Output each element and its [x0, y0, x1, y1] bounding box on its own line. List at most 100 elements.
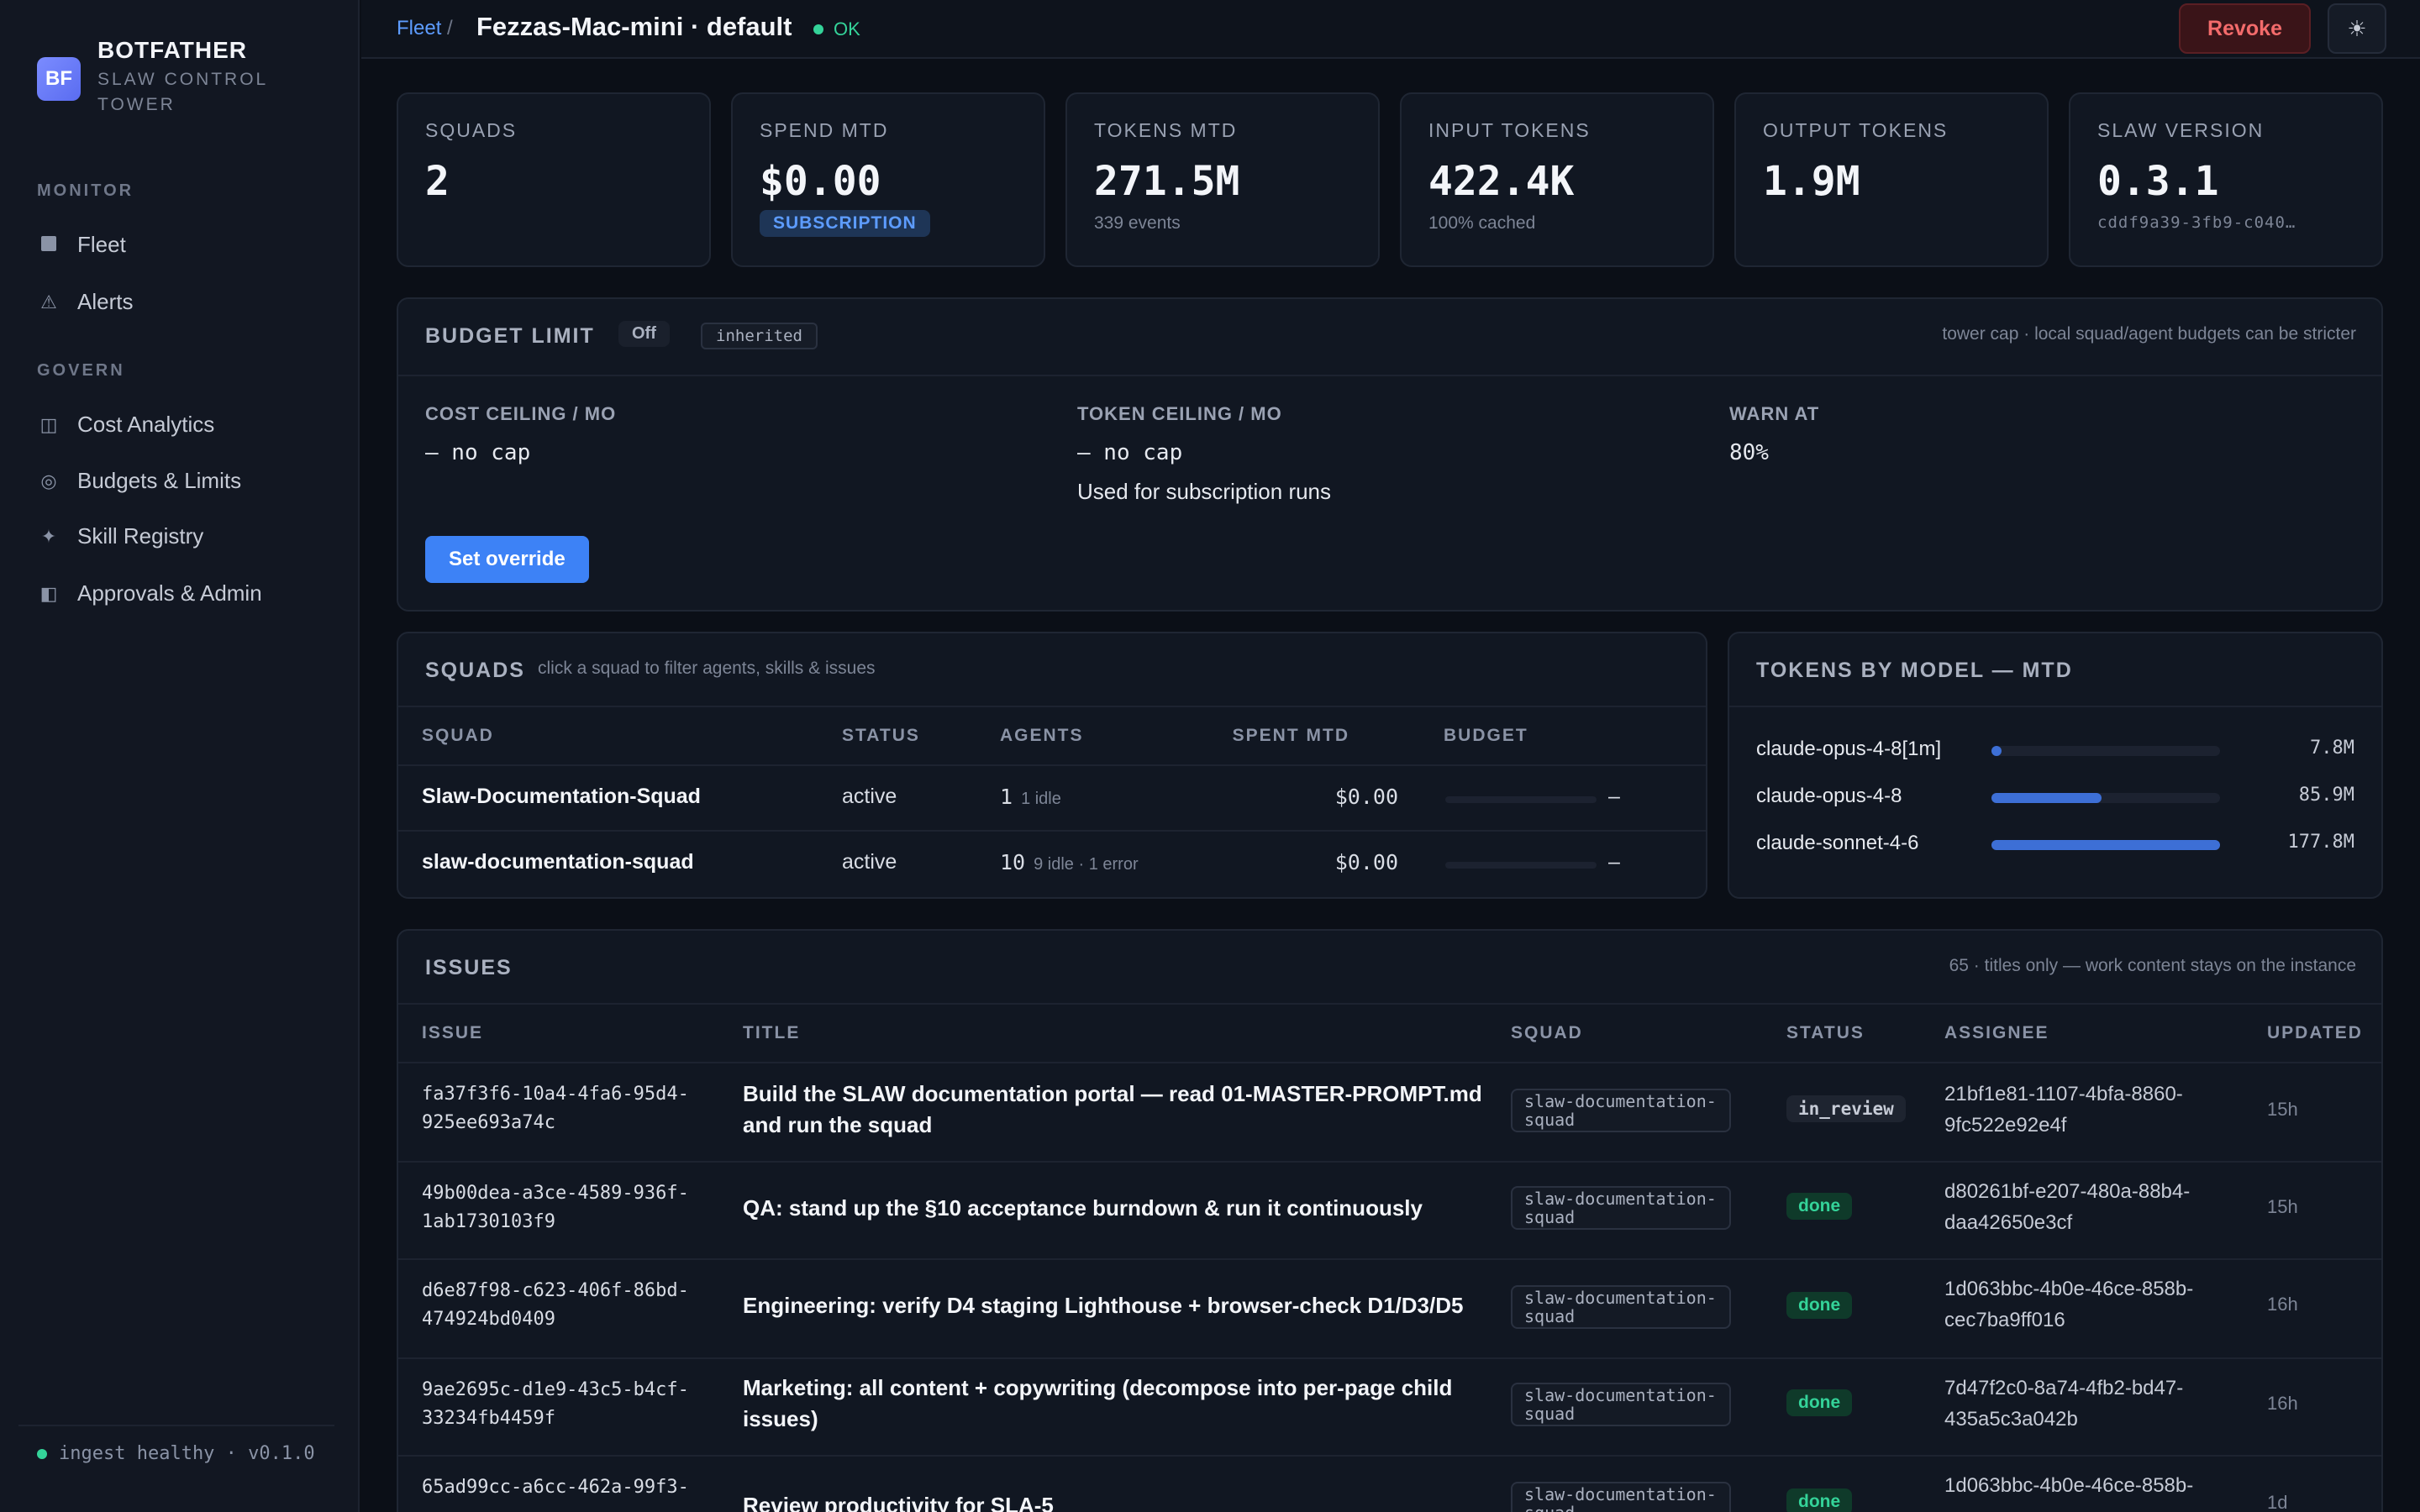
issue-title[interactable]: Review productivity for SLA-5 — [743, 1490, 1482, 1512]
field-value: — no cap — [1077, 440, 1183, 465]
model-name: claude-sonnet-4-6 — [1756, 832, 1919, 854]
inherited-tag: inherited — [701, 323, 818, 349]
field-value: — no cap — [425, 440, 531, 465]
divider — [398, 1161, 2381, 1163]
divider — [398, 1357, 2381, 1359]
sidebar: BF BOTFATHER SLAW CONTROL TOWER MONITOR … — [0, 0, 360, 1512]
divider — [398, 1062, 2381, 1063]
squad-tag: slaw-documentation-squad — [1511, 1089, 1731, 1132]
stat-value: $0.00 — [760, 158, 881, 205]
model-name: claude-opus-4-8 — [1756, 785, 1902, 807]
squad-agents: 1 1 idle — [1000, 785, 1061, 810]
stat-label: SPEND MTD — [760, 119, 889, 141]
stat-card-squads: SQUADS 2 — [397, 92, 711, 267]
issue-title[interactable]: Build the SLAW documentation portal — re… — [743, 1079, 1482, 1141]
stat-sub: 100% cached — [1428, 213, 1536, 233]
issue-id[interactable]: fa37f3f6-10a4-4fa6-95d4-925ee693a74c — [422, 1080, 724, 1137]
divider — [398, 1258, 2381, 1260]
field-label: WARN AT — [1729, 403, 1820, 424]
sidebar-item-cost-analytics[interactable]: ◫ Cost Analytics — [37, 412, 215, 438]
divider — [398, 1455, 2381, 1457]
assignee: d80261bf-e207-480a-88b4-daa42650e3cf — [1944, 1180, 2191, 1234]
stat-value: 271.5M — [1094, 158, 1240, 205]
divider — [1729, 706, 2381, 707]
squad-name[interactable]: slaw-documentation-squad — [422, 850, 694, 874]
sidebar-item-skill-registry[interactable]: ✦ Skill Registry — [37, 523, 203, 549]
set-override-button[interactable]: Set override — [425, 536, 589, 583]
brand-name: BOTFATHER — [97, 37, 248, 63]
stat-value: 422.4K — [1428, 158, 1575, 205]
sidebar-item-label: Alerts — [77, 289, 134, 314]
agent-count: 1 — [1000, 785, 1013, 809]
squad-status: active — [842, 850, 897, 874]
issue-id[interactable]: d6e87f98-c623-406f-86bd-474924bd0409 — [422, 1277, 724, 1334]
section-title: BUDGET LIMIT — [425, 324, 595, 348]
sidebar-item-fleet[interactable]: Fleet — [37, 232, 126, 258]
squad-tag: slaw-documentation-squad — [1511, 1186, 1731, 1230]
status-badge: done — [1786, 1292, 1853, 1319]
column-header: AGENTS — [1000, 726, 1084, 745]
topbar: Fleet / Fezzas-Mac-mini · default OK Rev… — [361, 0, 2420, 59]
stat-label: TOKENS MTD — [1094, 119, 1238, 141]
model-value: 7.8M — [2310, 738, 2354, 759]
sidebar-item-alerts[interactable]: ⚠ Alerts — [37, 289, 133, 315]
assignee: 21bf1e81-1107-4bfa-8860-9fc522e92e4f — [1944, 1083, 2183, 1137]
budget-bar — [1445, 796, 1597, 803]
health-dot-icon — [37, 1448, 47, 1459]
brand[interactable]: BF BOTFATHER SLAW CONTROL TOWER — [37, 37, 282, 118]
status-badge: in_review — [1786, 1095, 1906, 1122]
stat-card-slaw-version: SLAW VERSION 0.3.1 cddf9a39-3fb9-c040… — [2069, 92, 2383, 267]
admin-icon: ◧ — [39, 582, 58, 604]
issues-hint: 65 · titles only — work content stays on… — [1949, 956, 2356, 975]
issue-id[interactable]: 49b00dea-a3ce-4589-936f-1ab1730103f9 — [422, 1179, 724, 1236]
squad-status: active — [842, 785, 897, 808]
squad-name[interactable]: Slaw-Documentation-Squad — [422, 785, 701, 809]
column-header: SQUAD — [1511, 1023, 1583, 1042]
model-value: 177.8M — [2287, 832, 2354, 853]
issue-title[interactable]: Engineering: verify D4 staging Lighthous… — [743, 1290, 1482, 1321]
model-bar-fill — [1991, 840, 2220, 850]
stat-card-output-tokens: OUTPUT TOKENS 1.9M — [1734, 92, 2049, 267]
section-title: TOKENS BY MODEL — MTD — [1756, 659, 2073, 682]
sidebar-item-budgets[interactable]: ◎ Budgets & Limits — [37, 468, 241, 494]
stat-value: 1.9M — [1763, 158, 1860, 205]
assignee: 1d063bbc-4b0e-46ce-858b-cec7ba9ff016 — [1944, 1278, 2194, 1331]
squad-budget: – — [1608, 785, 1620, 808]
section-title: ISSUES — [425, 956, 513, 979]
issue-title[interactable]: Marketing: all content + copywriting (de… — [743, 1373, 1482, 1435]
column-header: TITLE — [743, 1023, 801, 1042]
issue-id[interactable]: 9ae2695c-d1e9-43c5-b4cf-33234fb4459f — [422, 1376, 724, 1433]
column-header: ASSIGNEE — [1944, 1023, 2049, 1042]
subscription-badge: SUBSCRIPTION — [760, 210, 930, 237]
agent-count: 10 — [1000, 850, 1026, 874]
theme-toggle-button[interactable]: ☀ — [2328, 3, 2386, 54]
stat-value: 0.3.1 — [2097, 158, 2219, 205]
column-header: SPENT MTD — [1232, 726, 1349, 745]
model-value: 85.9M — [2298, 785, 2354, 806]
column-header: STATUS — [1786, 1023, 1865, 1042]
breadcrumb-fleet[interactable]: Fleet — [397, 17, 441, 39]
issue-title[interactable]: QA: stand up the §10 acceptance burndown… — [743, 1193, 1482, 1224]
squad-budget: – — [1608, 850, 1620, 874]
tokens-by-model-panel: TOKENS BY MODEL — MTD claude-opus-4-8[1m… — [1728, 632, 2383, 899]
stat-card-tokens: TOKENS MTD 271.5M 339 events — [1065, 92, 1380, 267]
column-header: ISSUE — [422, 1023, 484, 1042]
stat-label: SQUADS — [425, 119, 518, 141]
sidebar-item-label: Cost Analytics — [77, 412, 215, 437]
status-text: OK — [834, 18, 860, 39]
stat-label: SLAW VERSION — [2097, 119, 2265, 141]
columns-icon: ◫ — [39, 413, 58, 435]
column-header: BUDGET — [1444, 726, 1528, 745]
revoke-button[interactable]: Revoke — [2179, 3, 2311, 54]
agent-note: 9 idle · 1 error — [1034, 855, 1139, 874]
stat-label: INPUT TOKENS — [1428, 119, 1591, 141]
model-bar — [1991, 793, 2220, 803]
issue-id[interactable]: 65ad99cc-a6cc-462a-99f3- — [422, 1473, 724, 1502]
sidebar-item-approvals[interactable]: ◧ Approvals & Admin — [37, 580, 262, 606]
sidebar-item-label: Skill Registry — [77, 523, 204, 549]
model-bar — [1991, 746, 2220, 756]
version-hash: cddf9a39-3fb9-c040… — [2097, 213, 2296, 232]
stat-card-input-tokens: INPUT TOKENS 422.4K 100% cached — [1400, 92, 1714, 267]
status-badge: done — [1786, 1389, 1853, 1416]
sidebar-item-label: Approvals & Admin — [77, 580, 262, 606]
